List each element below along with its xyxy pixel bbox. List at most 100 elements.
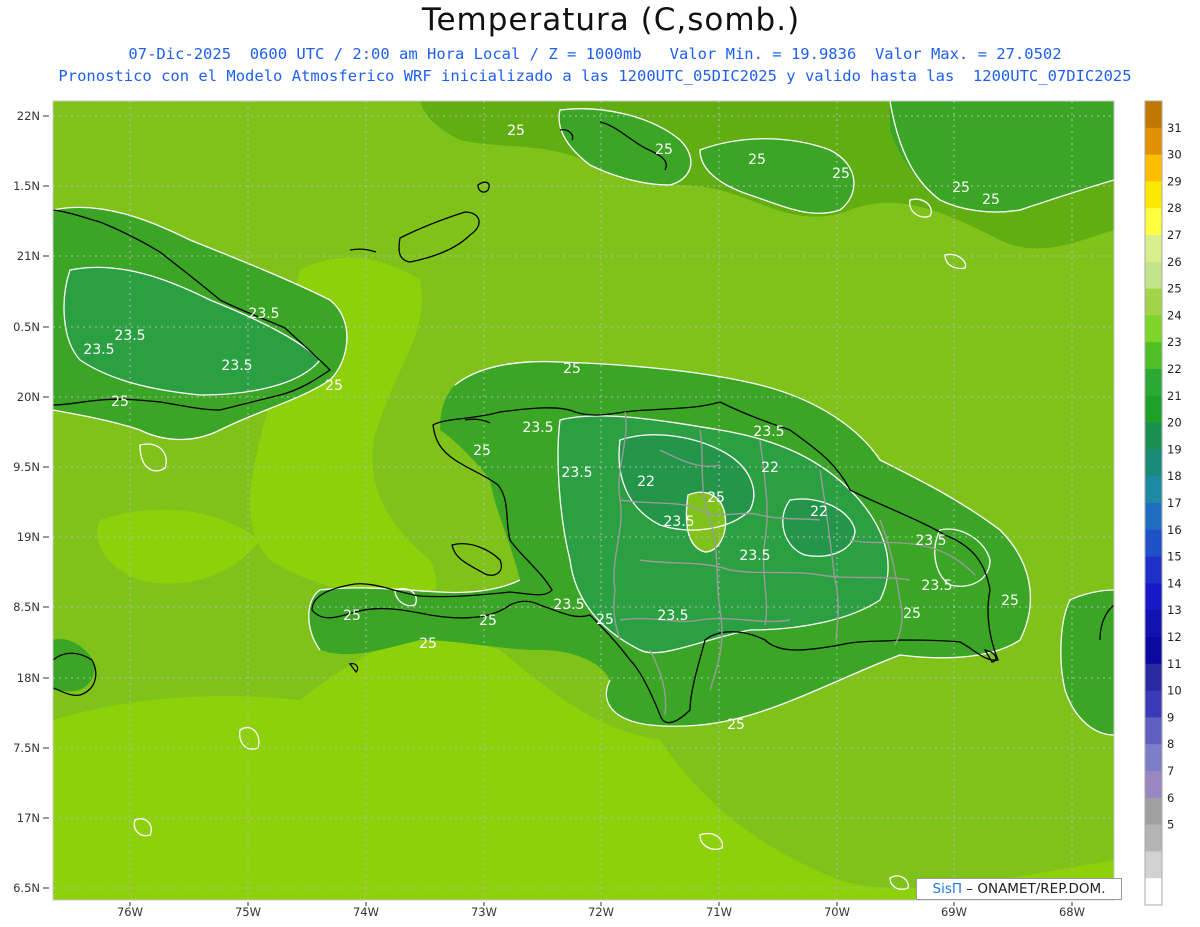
- colorbar-label: 16: [1167, 523, 1182, 537]
- colorbar-swatch: [1145, 101, 1162, 129]
- contour-label: 22: [810, 504, 828, 520]
- lat-tick-label: 0.5N: [13, 320, 40, 334]
- lon-tick-label: 70W: [824, 905, 850, 919]
- lat-tick-label: 21N: [17, 249, 40, 263]
- lon-tick-label: 68W: [1059, 905, 1085, 919]
- colorbar-swatch: [1145, 797, 1162, 825]
- colorbar-label: 5: [1167, 818, 1174, 832]
- colorbar-label: 31: [1167, 121, 1182, 135]
- colorbar-swatch: [1145, 583, 1162, 611]
- contour-label: 23.5: [739, 548, 770, 564]
- contour-label: 23.5: [915, 533, 946, 549]
- contour-label: 25: [903, 606, 921, 622]
- contour-label: 23.5: [522, 420, 553, 436]
- colorbar-swatch: [1145, 235, 1162, 263]
- contour-label: 23.5: [221, 358, 252, 374]
- colorbar-swatch: [1145, 637, 1162, 665]
- contour-label: 25: [1001, 593, 1019, 609]
- contour-label: 25: [419, 636, 437, 652]
- contour-label: 23.5: [561, 465, 592, 481]
- contour-label: 25: [832, 166, 850, 182]
- colorbar-swatch: [1145, 717, 1162, 745]
- colorbar-label: 9: [1167, 710, 1174, 724]
- longitude-ticks: [129, 902, 1073, 906]
- contour-label: 25: [982, 192, 1000, 208]
- colorbar-label: 26: [1167, 255, 1182, 269]
- lon-tick-label: 73W: [471, 905, 497, 919]
- colorbar-swatch: [1145, 824, 1162, 852]
- colorbar-label: 29: [1167, 174, 1182, 188]
- sispi-logo: SisΠ: [932, 881, 963, 897]
- colorbar-swatch: [1145, 261, 1162, 289]
- colorbar-swatch: [1145, 395, 1162, 423]
- colorbar-swatch: [1145, 422, 1162, 450]
- contour-label: 23.5: [248, 306, 279, 322]
- colorbar-swatch: [1145, 690, 1162, 718]
- contour-label: 25: [952, 180, 970, 196]
- lat-tick-label: 18N: [17, 671, 40, 685]
- contour-label: 25: [479, 613, 497, 629]
- contour-label: 23.5: [921, 578, 952, 594]
- lon-tick-label: 76W: [117, 905, 143, 919]
- colorbar-swatch: [1145, 771, 1162, 799]
- lat-tick-label: 19N: [17, 530, 40, 544]
- colorbar-swatch: [1145, 369, 1162, 397]
- contour-label: 25: [473, 443, 491, 459]
- lon-tick-label: 75W: [235, 905, 261, 919]
- contour-label: 23.5: [553, 597, 584, 613]
- lat-tick-label: 8.5N: [13, 600, 40, 614]
- contour-label: 23.5: [83, 342, 114, 358]
- colorbar-swatch: [1145, 476, 1162, 504]
- colorbar-swatch: [1145, 288, 1162, 316]
- colorbar-label: 6: [1167, 791, 1174, 805]
- lon-tick-label: 72W: [588, 905, 614, 919]
- lat-tick-label: 1.5N: [13, 179, 40, 193]
- credit-box: SisΠ – ONAMET/REP.DOM.: [916, 878, 1122, 900]
- colorbar-label: 13: [1167, 603, 1182, 617]
- colorbar-label: 30: [1167, 148, 1182, 162]
- colorbar-label: 14: [1167, 576, 1182, 590]
- contour-label: 22: [637, 474, 655, 490]
- colorbar-swatch: [1145, 154, 1162, 182]
- contour-label: 23.5: [114, 328, 145, 344]
- colorbar-label: 17: [1167, 496, 1182, 510]
- contour-label: 25: [655, 142, 673, 158]
- contour-label: 25: [325, 378, 343, 394]
- lat-tick-label: 20N: [17, 390, 40, 404]
- colorbar-label: 11: [1167, 657, 1182, 671]
- lat-tick-label: 7.5N: [13, 741, 40, 755]
- colorbar-label: 15: [1167, 550, 1182, 564]
- colorbar-swatch: [1145, 610, 1162, 638]
- colorbar-label: 22: [1167, 362, 1182, 376]
- colorbar-label: 21: [1167, 389, 1182, 403]
- lon-tick-label: 69W: [941, 905, 967, 919]
- lat-tick-label: 6.5N: [13, 881, 40, 895]
- contour-label: 23.5: [657, 608, 688, 624]
- contour-label: 22: [761, 460, 779, 476]
- colorbar-label: 28: [1167, 201, 1182, 215]
- colorbar-label: 20: [1167, 416, 1182, 430]
- colorbar-swatch: [1145, 878, 1162, 906]
- colorbar-label: 23: [1167, 335, 1182, 349]
- longitude-axis: 76W 75W 74W 73W 72W 71W 70W 69W 68W: [117, 905, 1085, 919]
- contour-label: 23.5: [663, 514, 694, 530]
- colorbar-swatch: [1145, 449, 1162, 477]
- contour-label: 25: [727, 717, 745, 733]
- lat-tick-label: 17N: [17, 811, 40, 825]
- lon-tick-label: 71W: [706, 905, 732, 919]
- contour-label: 25: [748, 152, 766, 168]
- colorbar-swatch: [1145, 315, 1162, 343]
- contour-label: 25: [707, 490, 725, 506]
- colorbar-swatch: [1145, 208, 1162, 236]
- colorbar-label: 24: [1167, 308, 1182, 322]
- colorbar-label: 19: [1167, 442, 1182, 456]
- lat-tick-label: 22N: [17, 109, 40, 123]
- colorbar-swatch: [1145, 503, 1162, 531]
- latitude-ticks: [43, 115, 49, 889]
- latitude-axis: 22N 1.5N 21N 0.5N 20N 9.5N 19N 8.5N 18N …: [13, 109, 40, 895]
- contour-label: 25: [343, 608, 361, 624]
- colorbar-label: 7: [1167, 764, 1174, 778]
- lon-tick-label: 74W: [353, 905, 379, 919]
- colorbar: 31 30 29 28 27 26 25 24 23 22 21 20 19 18 17 16 15 14 13 12…: [1144, 100, 1182, 906]
- colorbar-label: 10: [1167, 684, 1182, 698]
